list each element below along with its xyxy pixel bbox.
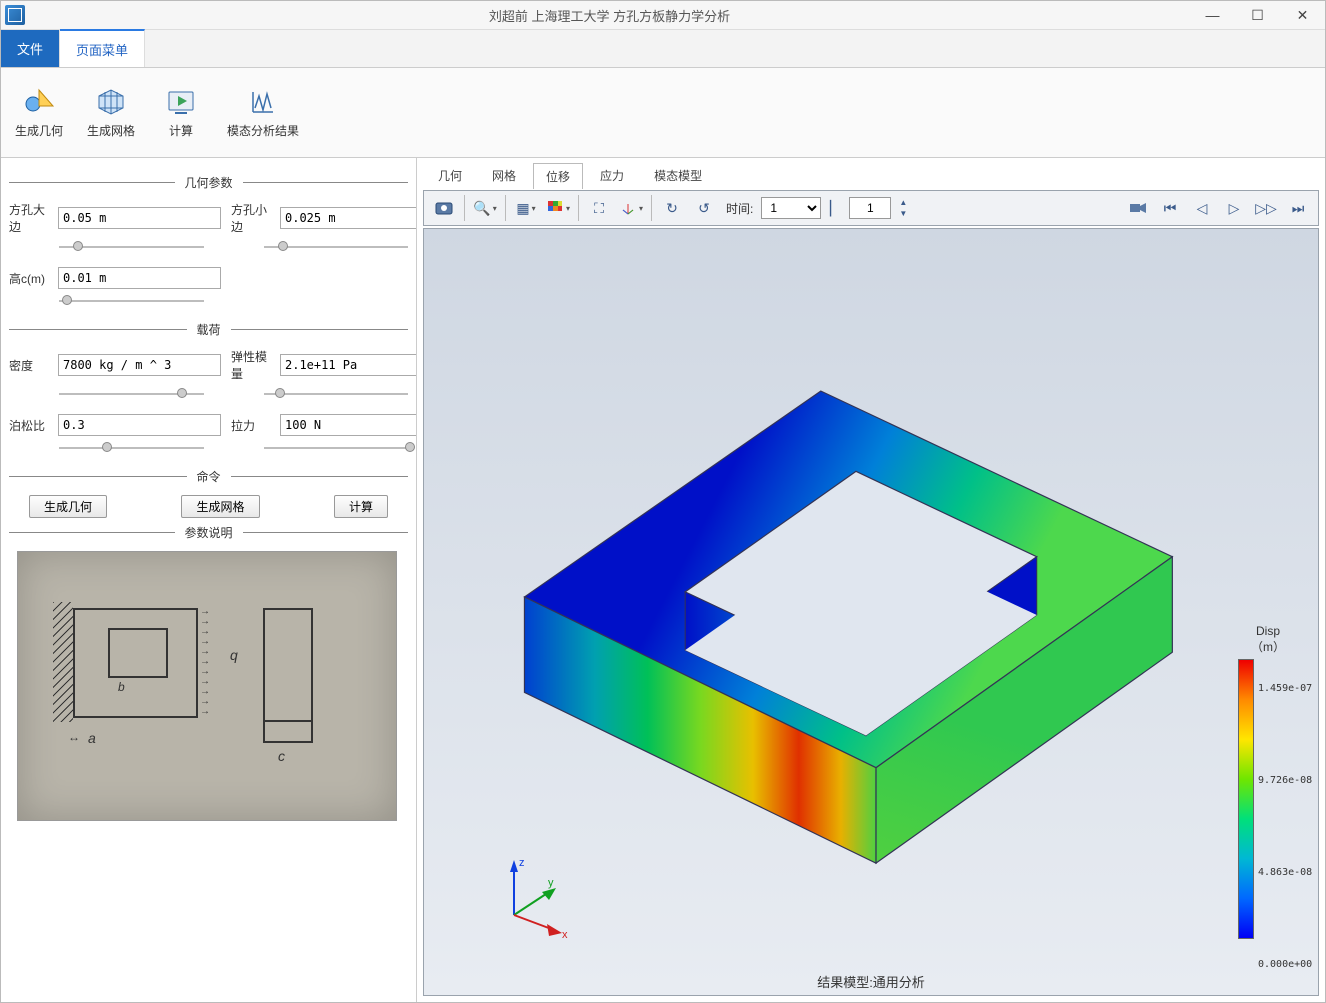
app-logo-icon [5,5,25,25]
color-legend: Disp （m） 1.459e-07 9.726e-08 4.863e-08 0… [1228,624,1308,939]
height-c-slider[interactable] [59,291,204,311]
tab-modal[interactable]: 模态模型 [641,162,715,188]
legend-title: Disp （m） [1228,624,1308,655]
ribbon-gen-geom[interactable]: 生成几何 [7,84,71,141]
force-label: 拉力 [231,417,276,434]
axes-view-button[interactable] [617,194,645,222]
density-label: 密度 [9,357,54,374]
minimize-button[interactable]: — [1190,1,1235,30]
small-edge-label: 方孔小边 [231,201,276,235]
compute-icon [165,86,197,118]
view-cube-button[interactable]: ▦ [512,194,540,222]
elastic-slider[interactable] [264,384,409,404]
section-load-label: 载荷 [187,321,231,338]
play-button[interactable]: ▷ [1220,194,1248,222]
record-button[interactable] [1124,194,1152,222]
force-slider[interactable] [264,438,409,458]
ribbon-modal-results[interactable]: 模态分析结果 [219,84,307,141]
legend-max: 1.459e-07 [1258,683,1312,694]
tab-file[interactable]: 文件 [1,30,60,67]
window-title: 刘超前 上海理工大学 方孔方板静力学分析 [29,6,1190,25]
poisson-slider[interactable] [59,438,204,458]
frame-up-button[interactable]: ▲ [895,197,911,208]
tab-displacement[interactable]: 位移 [533,163,583,189]
tab-mesh[interactable]: 网格 [479,162,529,188]
frame-input[interactable] [849,197,891,219]
big-edge-input[interactable] [58,207,221,229]
section-param-desc-label: 参数说明 [175,524,243,541]
height-c-input[interactable] [58,267,221,289]
last-frame-button[interactable]: ⏭ [1284,194,1312,222]
side-panel: 几何参数 方孔大边 方孔小边 高c(m) 载荷 密度 弹性模量 泊松比 [1,158,416,1002]
tab-stress[interactable]: 应力 [587,162,637,188]
section-geom-params-label: 几何参数 [175,174,243,191]
elastic-input[interactable] [280,354,416,376]
first-frame-button[interactable]: ⏮ [1156,194,1184,222]
mesh-icon [95,86,127,118]
next-frame-button[interactable]: ▷▷ [1252,194,1280,222]
axis-x-label: x [562,929,568,940]
ribbon-gen-mesh-label: 生成网格 [87,122,135,139]
viewport-toolbar: 🔍 ▦ ⛶ ↻ ↺ 时间: 1 ▏ ▲▼ ⏮ ◁ ▷ ▷▷ ⏭ [423,190,1319,226]
tab-page-menu[interactable]: 页面菜单 [60,29,145,67]
density-input[interactable] [58,354,221,376]
small-edge-slider[interactable] [264,237,409,257]
ribbon-compute-label: 计算 [169,122,193,139]
section-load: 载荷 [9,321,408,338]
view-rubik-button[interactable] [544,194,572,222]
legend-mid1: 9.726e-08 [1258,775,1312,786]
step-bar-icon[interactable]: ▏ [825,194,845,222]
section-commands-label: 命令 [187,468,231,485]
section-geom-params: 几何参数 [9,174,408,191]
ribbon-gen-geom-label: 生成几何 [15,122,63,139]
window-buttons: — ☐ ✕ [1190,1,1325,30]
elastic-label: 弹性模量 [231,348,276,382]
ribbon-gen-mesh[interactable]: 生成网格 [79,84,143,141]
rotate-ccw-button[interactable]: ↺ [690,194,718,222]
gen-mesh-button[interactable]: 生成网格 [181,495,259,518]
snapshot-button[interactable] [430,194,458,222]
section-param-desc: 参数说明 [9,524,408,541]
density-slider[interactable] [59,384,204,404]
prev-frame-button[interactable]: ◁ [1188,194,1216,222]
menu-tabs: 文件 页面菜单 [1,30,1325,68]
compute-button[interactable]: 计算 [334,495,388,518]
time-select[interactable]: 1 [761,197,821,219]
viewport[interactable]: Disp （m） 1.459e-07 9.726e-08 4.863e-08 0… [423,228,1319,996]
close-button[interactable]: ✕ [1280,1,1325,30]
small-edge-input[interactable] [280,207,416,229]
maximize-button[interactable]: ☐ [1235,1,1280,30]
result-tabs: 几何 网格 位移 应力 模态模型 [417,158,1325,188]
poisson-label: 泊松比 [9,417,54,434]
ribbon-compute[interactable]: 计算 [151,84,211,141]
time-label: 时间: [726,200,753,217]
big-edge-slider[interactable] [59,237,204,257]
main-panel: 几何 网格 位移 应力 模态模型 🔍 ▦ ⛶ ↻ ↺ 时间: 1 ▏ ▲▼ [416,158,1325,1002]
axes-triad: z y x [494,850,584,940]
gen-geom-button[interactable]: 生成几何 [29,495,107,518]
frame-down-button[interactable]: ▼ [895,208,911,219]
param-diagram: qab c [17,551,397,821]
ribbon-modal-results-label: 模态分析结果 [227,122,299,139]
height-c-label: 高c(m) [9,270,54,287]
legend-bar [1238,659,1254,939]
fit-view-button[interactable]: ⛶ [585,194,613,222]
zoom-flash-button[interactable]: 🔍 [471,194,499,222]
section-commands: 命令 [9,468,408,485]
content: 几何参数 方孔大边 方孔小边 高c(m) 载荷 密度 弹性模量 泊松比 [1,158,1325,1002]
poisson-input[interactable] [58,414,221,436]
axis-z-label: z [519,857,525,869]
viewport-footer: 结果模型:通用分析 [424,972,1318,991]
tab-geometry[interactable]: 几何 [425,162,475,188]
titlebar: 刘超前 上海理工大学 方孔方板静力学分析 — ☐ ✕ [1,1,1325,30]
big-edge-label: 方孔大边 [9,201,54,235]
geometry-icon [23,86,55,118]
ribbon: 生成几何 生成网格 计算 模态分析结果 [1,68,1325,158]
legend-mid2: 4.863e-08 [1258,867,1312,878]
legend-min: 0.000e+00 [1258,959,1312,970]
force-input[interactable] [280,414,416,436]
axis-y-label: y [548,877,554,889]
rotate-cw-button[interactable]: ↻ [658,194,686,222]
modal-icon [247,86,279,118]
